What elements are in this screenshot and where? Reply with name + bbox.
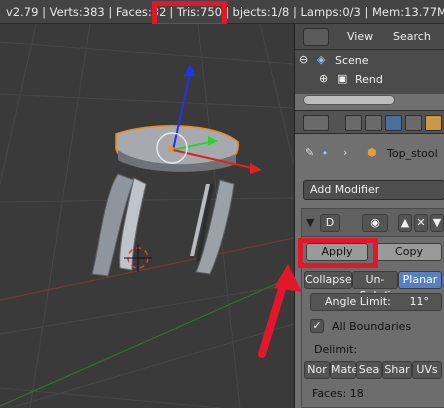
remove-icon[interactable]: ✕ <box>414 214 428 232</box>
info-header-bar: v2.79 | Verts:383 | Faces:32 | Tris:750 |… <box>0 0 444 24</box>
delimit-seam[interactable]: Sea <box>356 361 382 379</box>
render-tab-icon[interactable] <box>345 115 362 131</box>
mode-planar[interactable]: Planar <box>398 271 442 289</box>
delimit-material[interactable]: Mate <box>330 361 358 379</box>
faces-count: Faces: 18 <box>312 387 364 400</box>
delimit-normal[interactable]: Nor <box>304 361 330 379</box>
layers-tab-icon[interactable] <box>365 115 382 131</box>
mode-collapse[interactable]: Collapse <box>304 271 352 289</box>
mode-unsubdivide[interactable]: Un-Subdi <box>352 271 398 302</box>
viewport-grid <box>0 24 294 408</box>
outliner-item-scene[interactable]: Scene <box>335 54 369 67</box>
copy-button[interactable]: Copy <box>376 243 442 261</box>
add-modifier-dropdown[interactable]: Add Modifier <box>303 180 444 200</box>
angle-limit-label: Angle Limit: <box>325 295 391 308</box>
apply-button[interactable]: Apply <box>306 243 368 261</box>
decimate-modifier-panel: ▼ D ◉ ▲ ✕ ▼ Apply Copy Collapse Un-Subdi… <box>301 208 444 408</box>
3d-viewport[interactable] <box>0 24 294 408</box>
expand-icon[interactable]: ⊕ <box>319 72 328 85</box>
tris-count: | Tris:750 | <box>169 5 230 19</box>
render-icon: ▣ <box>337 72 348 85</box>
delimit-sharp[interactable]: Shar <box>382 361 412 379</box>
angle-limit-field[interactable]: Angle Limit: 11° <box>310 293 442 311</box>
object-name: Top_stool <box>387 147 438 160</box>
visibility-toggle-icon[interactable]: ◉ <box>362 214 388 232</box>
outliner-tree: ⊖ ◈ Scene ⊕ ▣ Rend <box>295 50 444 94</box>
editor-type-button[interactable] <box>303 115 329 131</box>
side-panel: View Search ⊖ ◈ Scene ⊕ ▣ Rend ✎ ⬩ › ⬢ T… <box>294 24 444 408</box>
move-up-icon[interactable]: ▲ <box>398 214 412 232</box>
delimit-label: Delimit: <box>314 343 358 356</box>
scene-stats-suffix: bjects:1/8 | Lamps:0/3 | Mem:13.77M | To… <box>232 5 444 19</box>
all-boundaries-checkbox[interactable]: ✓ <box>310 319 324 333</box>
editor-type-button[interactable] <box>303 28 329 46</box>
pin-icon[interactable]: ✎ <box>305 146 314 159</box>
x-axis-line <box>0 237 294 301</box>
outliner-header: View Search <box>295 24 444 50</box>
modifier-header: ▼ D ◉ ▲ ✕ ▼ <box>302 209 444 237</box>
angle-limit-value: 11° <box>409 295 430 308</box>
scene-icon: ◈ <box>317 53 326 66</box>
all-boundaries-label: All Boundaries <box>332 320 412 333</box>
object-tab-icon[interactable] <box>425 115 442 131</box>
search-menu[interactable]: Search <box>393 30 431 43</box>
world-tab-icon[interactable] <box>385 115 402 131</box>
breadcrumb: ✎ ⬩ › ⬢ Top_stool <box>295 140 444 168</box>
chevron-right-icon: › <box>343 146 348 159</box>
outliner-scrollbar[interactable] <box>303 95 395 105</box>
collapse-triangle-icon[interactable]: ▼ <box>306 216 314 229</box>
view-menu[interactable]: View <box>347 30 373 43</box>
collapse-icon[interactable]: ⊖ <box>299 53 308 66</box>
modifier-name-field[interactable]: D <box>320 214 340 232</box>
y-axis-line <box>0 275 294 407</box>
scene-stats-prefix: v2.79 | Verts:383 | Faces:32 <box>6 5 167 19</box>
scene-icon: ⬩ <box>323 146 327 159</box>
move-down-icon[interactable]: ▼ <box>430 214 444 232</box>
delimit-uvs[interactable]: UVs <box>412 361 442 379</box>
object-icon: ⬢ <box>367 146 377 159</box>
scene-tab-icon[interactable] <box>405 115 422 131</box>
stool-mesh[interactable] <box>91 125 239 277</box>
outliner-item-render[interactable]: Rend <box>355 73 383 86</box>
